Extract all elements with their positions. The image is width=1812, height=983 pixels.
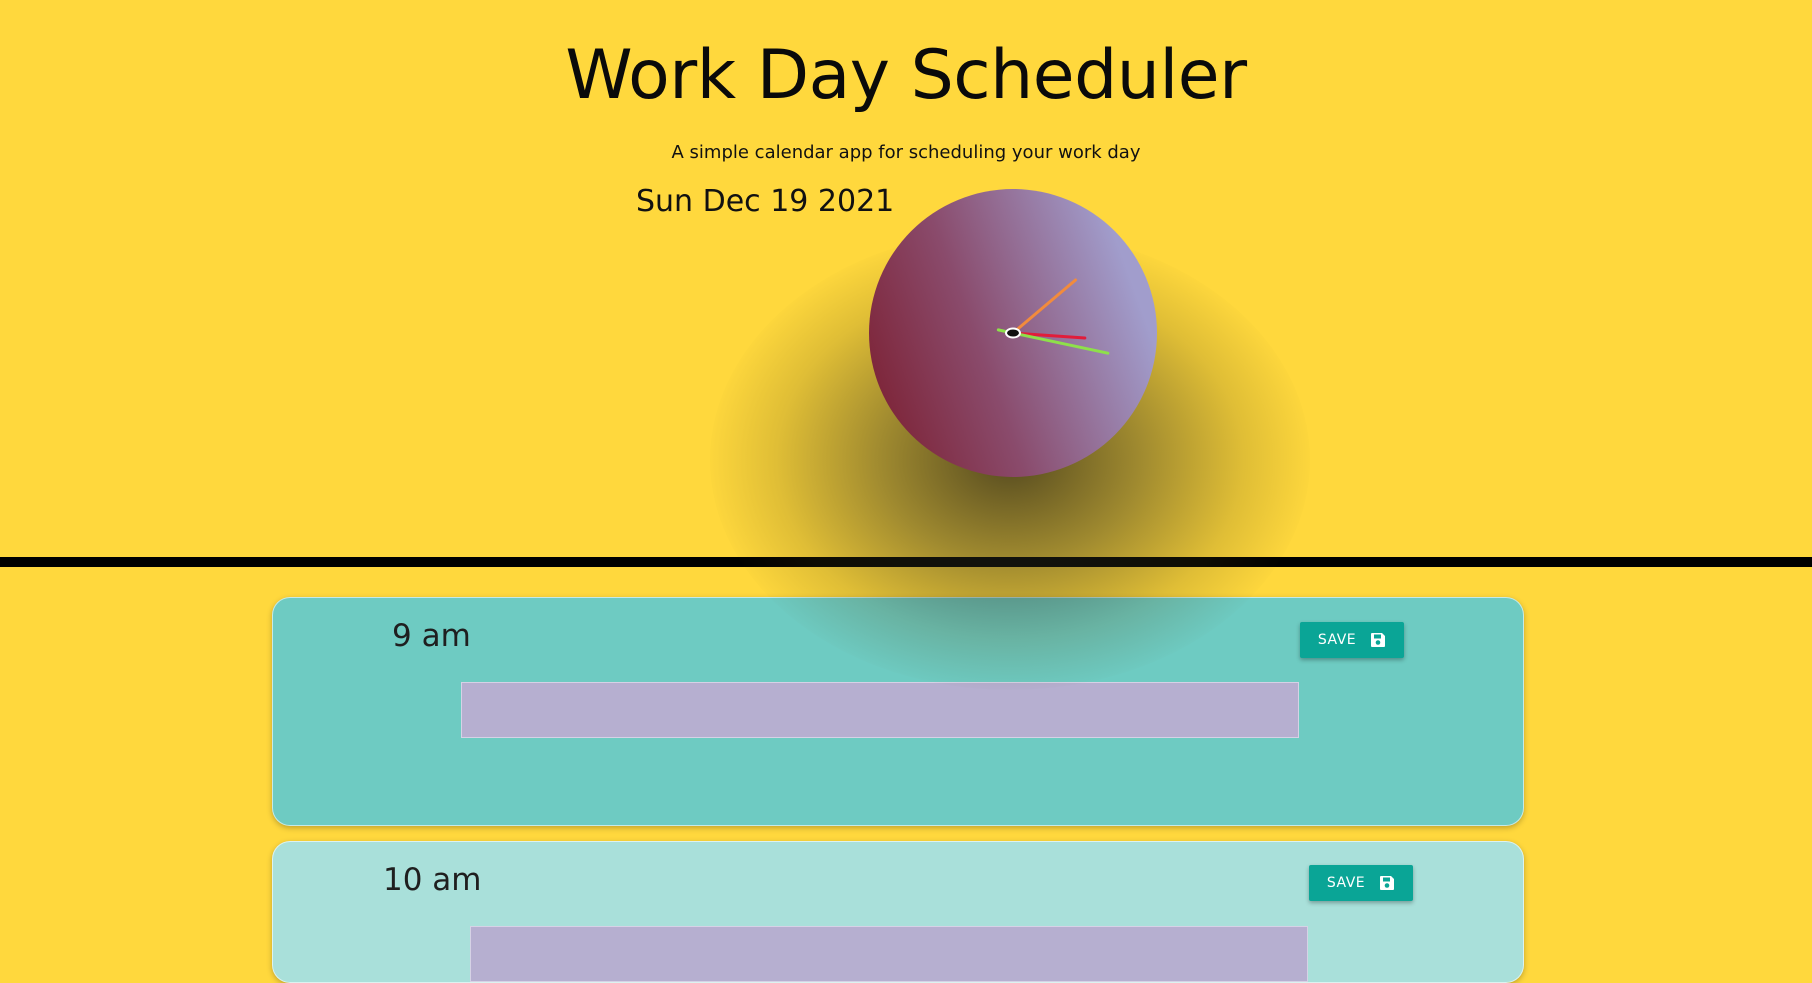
floppy-disk-icon bbox=[1380, 876, 1395, 890]
clock-minute-hand bbox=[1011, 278, 1078, 335]
save-button[interactable]: SAVE bbox=[1300, 622, 1404, 658]
current-date: Sun Dec 19 2021 bbox=[636, 184, 895, 219]
page-title: Work Day Scheduler bbox=[565, 36, 1247, 115]
hour-label: 9 am bbox=[392, 618, 471, 654]
header-divider bbox=[0, 557, 1812, 567]
task-input[interactable] bbox=[461, 682, 1299, 738]
save-button-label: SAVE bbox=[1326, 875, 1366, 891]
save-button[interactable]: SAVE bbox=[1309, 865, 1413, 901]
hour-row-10am: 10 am SAVE bbox=[272, 841, 1524, 983]
clock-hands bbox=[996, 278, 1110, 355]
page-subtitle: A simple calendar app for scheduling you… bbox=[671, 142, 1141, 163]
hour-label: 10 am bbox=[383, 862, 482, 898]
floppy-disk-icon bbox=[1371, 633, 1386, 647]
clock-center-pin bbox=[1005, 327, 1021, 339]
task-input[interactable] bbox=[470, 926, 1308, 982]
hour-row-9am: 9 am SAVE bbox=[272, 597, 1524, 826]
save-button-label: SAVE bbox=[1317, 632, 1357, 648]
analog-clock bbox=[869, 189, 1157, 477]
